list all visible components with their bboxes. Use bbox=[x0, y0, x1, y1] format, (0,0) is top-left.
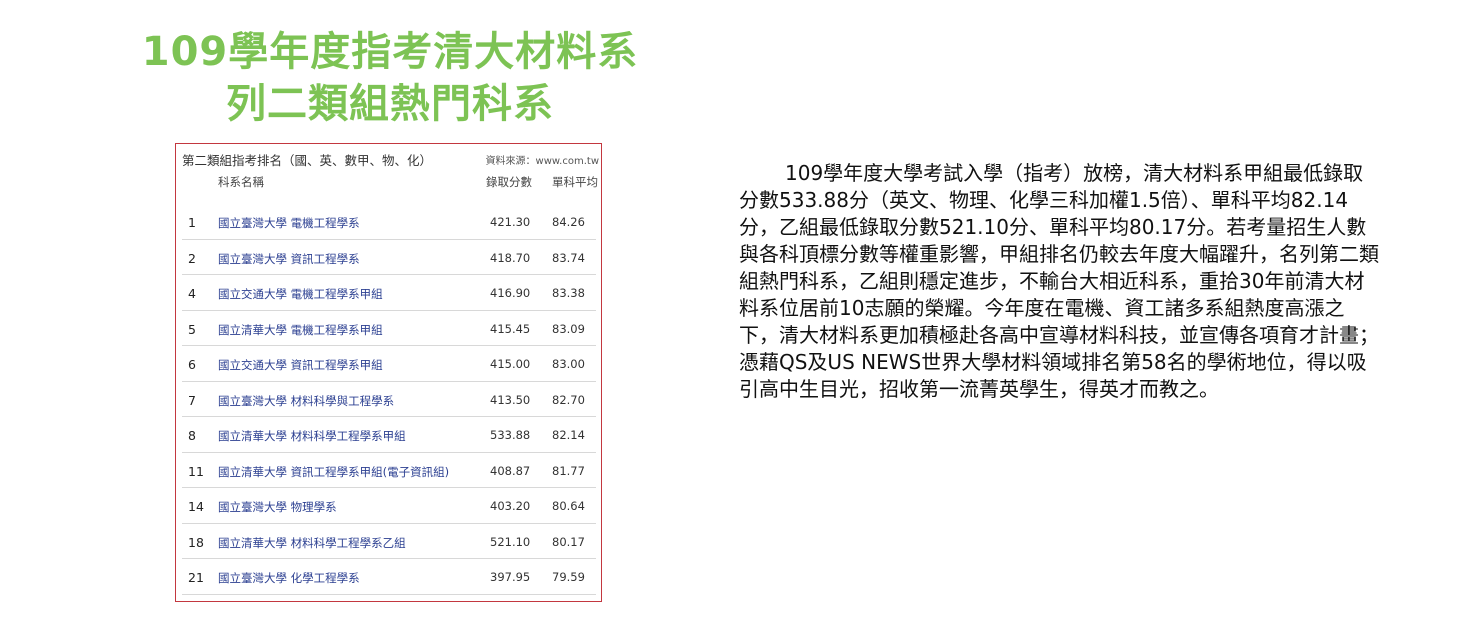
dept-cell: 國立臺灣大學 物理學系 bbox=[218, 500, 337, 514]
table-row: 7 國立臺灣大學 材料科學與工程學系 413.50 82.70 bbox=[182, 382, 596, 417]
avg-cell: 83.74 bbox=[552, 250, 585, 265]
table-row: 11 國立清華大學 資訊工程學系甲組(電子資訊組) 408.87 81.77 bbox=[182, 453, 596, 488]
dept-cell: 國立臺灣大學 化學工程學系 bbox=[218, 571, 360, 585]
dept-cell: 國立清華大學 材料科學工程學系乙組 bbox=[218, 535, 406, 550]
dept-cell: 國立清華大學 資訊工程學系甲組(電子資訊組) bbox=[218, 464, 450, 479]
dept-cell: 國立臺灣大學 資訊工程學系 bbox=[218, 251, 360, 266]
rank-cell: 18 bbox=[188, 534, 204, 550]
ranking-table: 第二類組指考排名（國、英、數甲、物、化） 資料來源：www.com.tw 科系名… bbox=[175, 143, 602, 602]
table-caption-row: 第二類組指考排名（國、英、數甲、物、化） 資料來源：www.com.tw bbox=[182, 150, 599, 170]
header-score: 錄取分數 bbox=[486, 175, 532, 189]
table-row: 4 國立交通大學 電機工程學系甲組 416.90 83.38 bbox=[182, 275, 596, 311]
avg-cell: 81.77 bbox=[552, 463, 585, 478]
rank-cell: 8 bbox=[188, 428, 196, 443]
table-row: 14 國立臺灣大學 物理學系 403.20 80.64 bbox=[182, 488, 596, 524]
dept-cell: 國立清華大學 電機工程學系甲組 bbox=[218, 322, 383, 337]
score-cell: 416.90 bbox=[490, 286, 531, 300]
score-cell: 415.00 bbox=[490, 357, 531, 371]
table-row: 18 國立清華大學 材料科學工程學系乙組 521.10 80.17 bbox=[182, 524, 596, 559]
dept-cell: 國立清華大學 材料科學工程學系甲組 bbox=[218, 429, 406, 443]
avg-cell: 83.38 bbox=[552, 286, 585, 300]
avg-cell: 84.26 bbox=[552, 215, 585, 229]
table-source: 資料來源：www.com.tw bbox=[485, 156, 599, 167]
avg-cell: 83.09 bbox=[552, 321, 585, 336]
rank-cell: 2 bbox=[188, 250, 196, 266]
rank-cell: 6 bbox=[188, 357, 196, 372]
rank-cell: 21 bbox=[188, 570, 204, 585]
rank-cell: 14 bbox=[188, 499, 204, 514]
dept-cell: 國立臺灣大學 材料科學與工程學系 bbox=[218, 393, 395, 408]
avg-cell: 83.00 bbox=[552, 357, 585, 371]
article-paragraph: 109學年度大學考試入學（指考）放榜，清大材料系甲組最低錄取分數533.88分（… bbox=[739, 161, 1379, 401]
title-line-1: 109學年度指考清大材料系 bbox=[141, 29, 639, 75]
table-row: 8 國立清華大學 材料科學工程學系甲組 533.88 82.14 bbox=[182, 417, 596, 453]
score-cell: 413.50 bbox=[490, 392, 531, 407]
table-row: 21 國立臺灣大學 化學工程學系 397.95 79.59 bbox=[182, 559, 596, 595]
rank-cell: 7 bbox=[188, 392, 196, 408]
header-average: 單科平均 bbox=[552, 175, 598, 189]
score-cell: 408.87 bbox=[490, 463, 531, 478]
score-cell: 415.45 bbox=[490, 321, 531, 336]
score-cell: 521.10 bbox=[490, 534, 531, 549]
dept-cell: 國立交通大學 電機工程學系甲組 bbox=[218, 287, 383, 301]
score-cell: 421.30 bbox=[490, 215, 531, 229]
avg-cell: 80.64 bbox=[552, 499, 585, 513]
rank-cell: 1 bbox=[188, 215, 196, 230]
table-row: 6 國立交通大學 資訊工程學系甲組 415.00 83.00 bbox=[182, 346, 596, 382]
score-cell: 403.20 bbox=[490, 499, 531, 513]
dept-cell: 國立臺灣大學 電機工程學系 bbox=[218, 216, 360, 230]
table-row: 1 國立臺灣大學 電機工程學系 421.30 84.26 bbox=[182, 204, 596, 240]
table-header-row: 科系名稱 錄取分數 單科平均 bbox=[182, 174, 598, 194]
table-row: 2 國立臺灣大學 資訊工程學系 418.70 83.74 bbox=[182, 240, 596, 275]
title-line-2: 列二類組熱門科系 bbox=[226, 81, 554, 127]
avg-cell: 82.70 bbox=[552, 392, 585, 407]
table-row: 5 國立清華大學 電機工程學系甲組 415.45 83.09 bbox=[182, 311, 596, 346]
avg-cell: 82.14 bbox=[552, 428, 585, 442]
avg-cell: 79.59 bbox=[552, 570, 585, 584]
page-title: 109學年度指考清大材料系 列二類組熱門科系 bbox=[0, 26, 780, 130]
header-dept-name: 科系名稱 bbox=[218, 175, 264, 189]
rank-cell: 4 bbox=[188, 286, 196, 301]
rank-cell: 11 bbox=[188, 463, 204, 479]
table-caption: 第二類組指考排名（國、英、數甲、物、化） bbox=[182, 153, 433, 168]
table-body: 1 國立臺灣大學 電機工程學系 421.30 84.26 2 國立臺灣大學 資訊工程學系 4… bbox=[182, 204, 596, 595]
score-cell: 397.95 bbox=[490, 570, 531, 584]
rank-cell: 5 bbox=[188, 321, 196, 337]
dept-cell: 國立交通大學 資訊工程學系甲組 bbox=[218, 358, 383, 372]
score-cell: 418.70 bbox=[490, 250, 531, 265]
avg-cell: 80.17 bbox=[552, 534, 585, 549]
score-cell: 533.88 bbox=[490, 428, 531, 442]
